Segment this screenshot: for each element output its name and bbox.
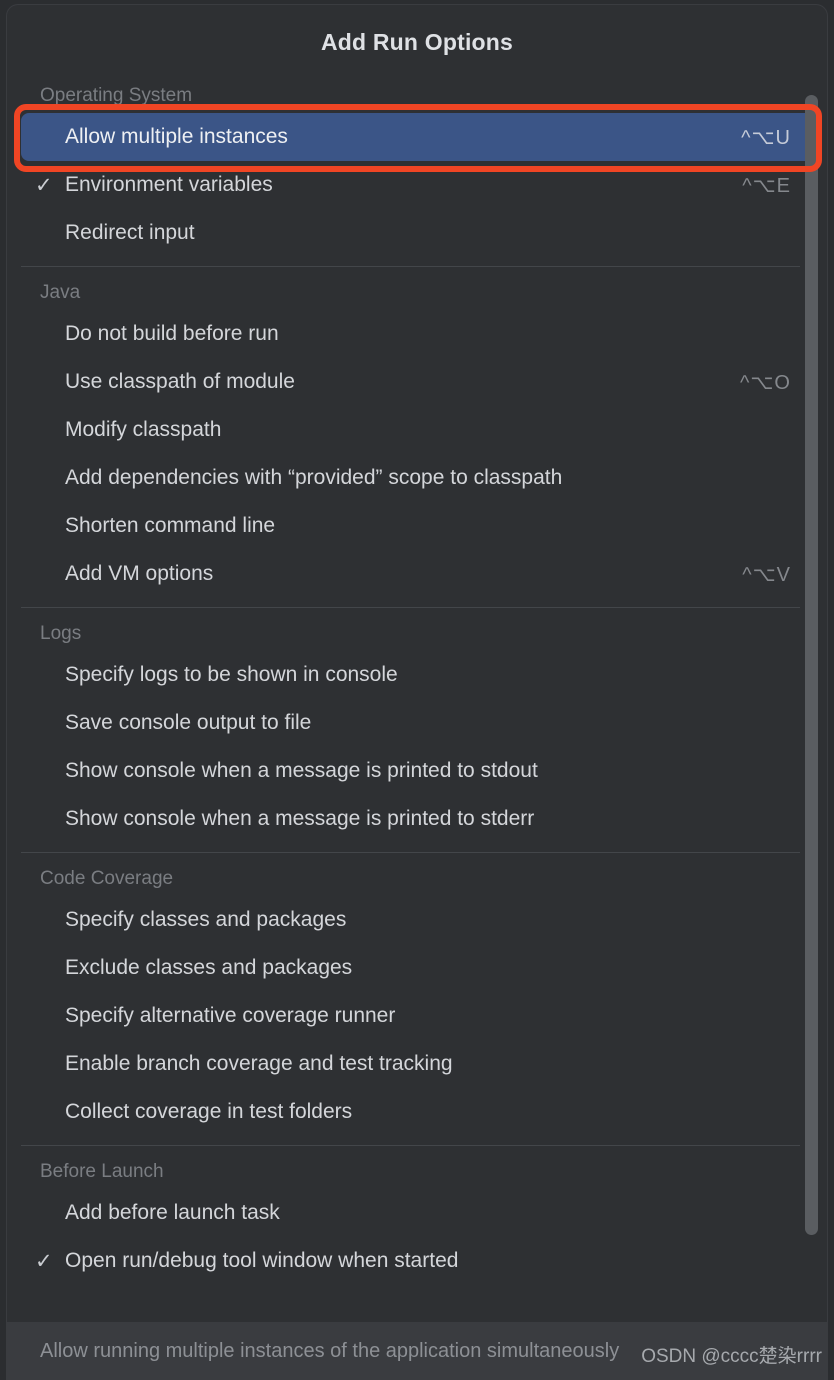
scrollbar-thumb[interactable]	[805, 95, 818, 1235]
menu-item[interactable]: Redirect input	[21, 209, 813, 257]
menu-item-label: Allow multiple instances	[65, 125, 288, 148]
menu-item[interactable]: ✓ Open run/debug tool window when started	[21, 1237, 813, 1285]
menu-item-label: Add VM options	[65, 562, 214, 585]
menu-item[interactable]: Add VM options ^⌥V	[21, 550, 813, 598]
menu-item[interactable]: Use classpath of module ^⌥O	[21, 358, 813, 406]
section-divider	[21, 266, 800, 267]
menu-item[interactable]: Shorten command line	[21, 502, 813, 550]
add-run-options-popup: Add Run Options Operating System Allow mu…	[6, 4, 828, 1380]
section-divider	[21, 607, 800, 608]
menu-item-label: Modify classpath	[65, 418, 222, 441]
popup-title: Add Run Options	[320, 29, 514, 55]
menu-item[interactable]: Add before launch task	[21, 1189, 813, 1237]
section-header: Before Launch	[40, 1161, 164, 1182]
menu-item-shortcut: ^⌥O	[740, 371, 791, 394]
menu-item-label: Do not build before run	[65, 322, 279, 345]
section-header: Java	[40, 282, 81, 303]
menu-item[interactable]: Add dependencies with “provided” scope t…	[21, 454, 813, 502]
section-divider	[21, 852, 800, 853]
screen-background: Add Run Options Operating System Allow mu…	[0, 0, 834, 1380]
menu-item-label: Shorten command line	[65, 514, 276, 537]
menu-item-label: Save console output to file	[65, 711, 312, 734]
menu-item[interactable]: ✓ Environment variables ^⌥E	[21, 161, 813, 209]
menu-item-label: Enable branch coverage and test tracking	[65, 1052, 453, 1075]
menu-item[interactable]: Show console when a message is printed t…	[21, 747, 813, 795]
menu-item-label: Open run/debug tool window when started	[65, 1249, 459, 1272]
menu-item-label: Add before launch task	[65, 1201, 280, 1224]
footer-hint-bar: Allow running multiple instances of the …	[7, 1322, 827, 1380]
menu-item-label: Collect coverage in test folders	[65, 1100, 353, 1123]
menu-item[interactable]: Allow multiple instances ^⌥U	[21, 113, 813, 161]
menu-item-label: Use classpath of module	[65, 370, 295, 393]
checkmark-icon: ✓	[35, 173, 53, 197]
menu-item-label: Environment variables	[65, 173, 273, 196]
footer-hint-text: Allow running multiple instances of the …	[40, 1339, 620, 1362]
section-divider	[21, 1145, 800, 1146]
menu-item-label: Redirect input	[65, 221, 195, 244]
menu-item-label: Add dependencies with “provided” scope t…	[65, 466, 563, 489]
section-header: Operating System	[40, 85, 193, 106]
run-options-list[interactable]: Operating System Allow multiple instances…	[7, 79, 827, 1322]
menu-item-label: Specify classes and packages	[65, 908, 347, 931]
menu-item-shortcut: ^⌥U	[741, 126, 791, 149]
menu-item[interactable]: Save console output to file	[21, 699, 813, 747]
menu-item-label: Exclude classes and packages	[65, 956, 353, 979]
menu-item[interactable]: Modify classpath	[21, 406, 813, 454]
menu-item-label: Show console when a message is printed t…	[65, 807, 535, 830]
checkmark-icon: ✓	[35, 1249, 53, 1273]
menu-item-shortcut: ^⌥E	[742, 174, 791, 197]
menu-item-shortcut: ^⌥V	[742, 563, 791, 586]
menu-item[interactable]: Enable branch coverage and test tracking	[21, 1040, 813, 1088]
menu-item[interactable]: Exclude classes and packages	[21, 944, 813, 992]
menu-item[interactable]: Specify alternative coverage runner	[21, 992, 813, 1040]
menu-item-label: Specify logs to be shown in console	[65, 663, 398, 686]
menu-item-label: Show console when a message is printed t…	[65, 759, 538, 782]
menu-item[interactable]: Do not build before run	[21, 310, 813, 358]
menu-item-label: Specify alternative coverage runner	[65, 1004, 396, 1027]
section-header: Code Coverage	[40, 868, 174, 889]
menu-item[interactable]: Show console when a message is printed t…	[21, 795, 813, 843]
menu-item[interactable]: Specify logs to be shown in console	[21, 651, 813, 699]
menu-item[interactable]: Collect coverage in test folders	[21, 1088, 813, 1136]
section-header: Logs	[40, 623, 82, 644]
scrollbar-track[interactable]	[805, 79, 821, 1322]
menu-item[interactable]: Specify classes and packages	[21, 896, 813, 944]
